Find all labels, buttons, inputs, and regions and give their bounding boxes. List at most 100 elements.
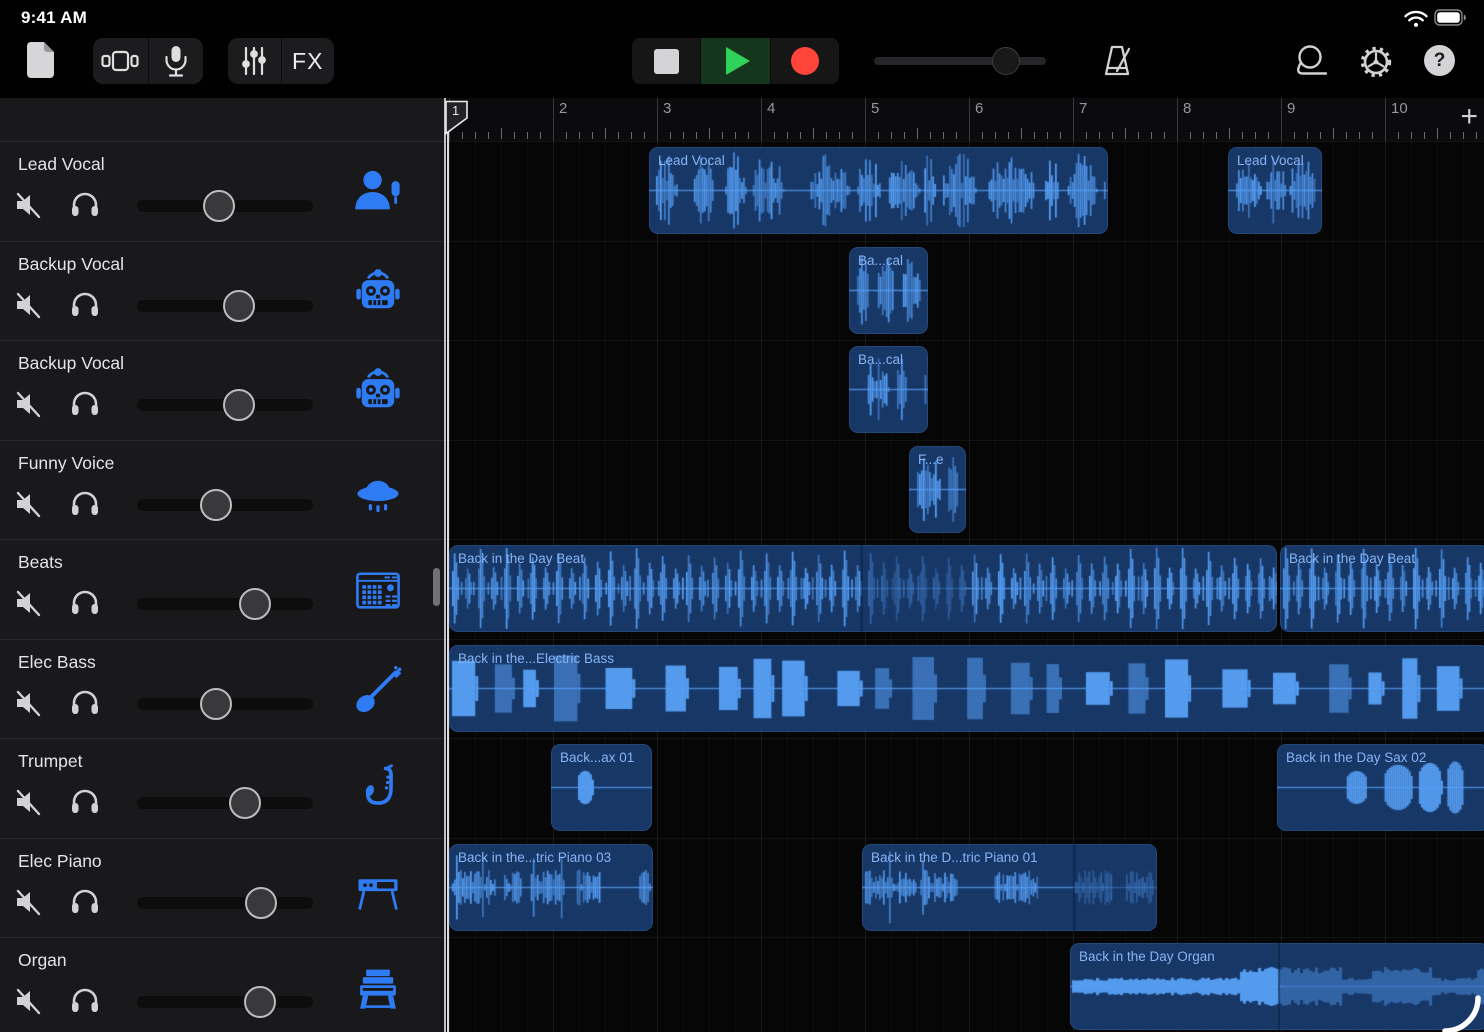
saxophone-icon[interactable] <box>352 763 404 815</box>
track-row[interactable]: Organ <box>0 937 444 1032</box>
robot-icon[interactable] <box>352 365 404 417</box>
volume-slider-thumb[interactable] <box>239 588 271 620</box>
help-button[interactable]: ? <box>1424 45 1455 76</box>
ruler-tick <box>787 132 788 139</box>
ufo-icon[interactable] <box>352 465 404 517</box>
audio-region[interactable]: Ba...cal <box>849 346 928 433</box>
audio-region[interactable]: Back in the Day Sax 02 <box>1277 744 1484 831</box>
organ-icon[interactable] <box>352 962 404 1014</box>
volume-slider-thumb[interactable] <box>223 389 255 421</box>
record-button[interactable] <box>770 38 839 84</box>
audio-region[interactable]: F...e <box>909 446 966 533</box>
stop-button[interactable] <box>632 38 700 84</box>
track-row[interactable]: Funny Voice <box>0 440 444 540</box>
track-row[interactable]: Elec Piano <box>0 838 444 938</box>
monitor-button[interactable] <box>69 688 101 716</box>
volume-slider-thumb[interactable] <box>229 787 261 819</box>
volume-slider-thumb[interactable] <box>223 290 255 322</box>
audio-region[interactable]: Lead Vocal <box>1228 147 1322 234</box>
play-icon <box>726 47 750 75</box>
audio-region[interactable]: Back in the Day Beat <box>1280 545 1484 632</box>
mute-button[interactable] <box>13 290 45 320</box>
muted-speaker-icon <box>13 787 45 817</box>
audio-region[interactable]: Lead Vocal <box>649 147 1108 234</box>
ruler-tick <box>1242 132 1243 139</box>
loop-browser-button[interactable] <box>1292 43 1330 79</box>
track-row[interactable]: Beats <box>0 539 444 639</box>
volume-slider-thumb[interactable] <box>245 887 277 919</box>
fx-button[interactable]: FX <box>281 38 335 84</box>
timeline-ruler[interactable]: + 12345678910 <box>445 98 1484 141</box>
audio-region[interactable]: Back in the Day Organ <box>1070 943 1484 1030</box>
vocalist-icon[interactable] <box>352 166 404 218</box>
ruler-tick <box>1216 132 1217 139</box>
volume-slider[interactable] <box>137 996 313 1008</box>
volume-slider-thumb[interactable] <box>203 190 235 222</box>
playhead-line[interactable] <box>447 131 449 1032</box>
audio-region[interactable]: Back...ax 01 <box>551 744 652 831</box>
add-bars-button[interactable]: + <box>1460 100 1478 134</box>
ruler-tick <box>540 132 541 139</box>
fx-segmented-control: FX <box>228 38 334 84</box>
track-row[interactable]: Lead Vocal <box>0 141 444 241</box>
mute-button[interactable] <box>13 389 45 419</box>
panel-resize-handle[interactable] <box>433 568 440 606</box>
monitor-button[interactable] <box>69 389 101 417</box>
audio-region[interactable]: Back in the Day Beat <box>449 545 1277 632</box>
volume-slider[interactable] <box>137 598 313 610</box>
audio-region[interactable]: Back in the D...tric Piano 01 <box>862 844 1157 931</box>
mute-button[interactable] <box>13 588 45 618</box>
mixer-button[interactable] <box>228 38 281 84</box>
monitor-button[interactable] <box>69 588 101 616</box>
timeline-area[interactable]: Lead Vocal Lead Vocal Ba...cal Ba...cal … <box>445 141 1484 1032</box>
settings-button[interactable] <box>1356 42 1396 82</box>
play-button[interactable] <box>700 38 769 84</box>
ruler-tick <box>1463 132 1464 139</box>
volume-slider[interactable] <box>137 897 313 909</box>
electric-piano-icon[interactable] <box>352 863 404 915</box>
track-row[interactable]: Elec Bass <box>0 639 444 739</box>
monitor-button[interactable] <box>69 887 101 915</box>
drum-machine-icon[interactable] <box>352 564 404 616</box>
record-view-button[interactable] <box>148 38 204 84</box>
monitor-button[interactable] <box>69 290 101 318</box>
tracks-view-button[interactable] <box>93 38 148 84</box>
ruler-tick <box>1008 132 1009 139</box>
playhead-marker[interactable]: 1 <box>444 100 470 136</box>
volume-slider-thumb[interactable] <box>200 688 232 720</box>
ruler-tick <box>1450 132 1451 139</box>
bass-guitar-icon[interactable] <box>352 664 404 716</box>
audio-region[interactable]: Ba...cal <box>849 247 928 334</box>
mute-button[interactable] <box>13 986 45 1016</box>
mute-button[interactable] <box>13 190 45 220</box>
track-row[interactable]: Trumpet <box>0 738 444 838</box>
song-browser-button[interactable] <box>26 40 57 80</box>
audio-region[interactable]: Back in the...tric Piano 03 <box>449 844 653 931</box>
ruler-tick <box>930 132 931 139</box>
volume-slider-thumb[interactable] <box>200 489 232 521</box>
monitor-button[interactable] <box>69 986 101 1014</box>
ruler-tick <box>774 132 775 139</box>
mute-button[interactable] <box>13 787 45 817</box>
robot-icon[interactable] <box>352 266 404 318</box>
mute-button[interactable] <box>13 887 45 917</box>
mute-button[interactable] <box>13 688 45 718</box>
track-row[interactable]: Backup Vocal <box>0 340 444 440</box>
ruler-bar-number: 10 <box>1391 100 1408 117</box>
metronome-button[interactable] <box>1098 42 1136 80</box>
headphones-icon <box>69 787 101 815</box>
master-volume-thumb[interactable] <box>992 47 1020 75</box>
volume-slider-thumb[interactable] <box>244 986 276 1018</box>
track-row[interactable]: Backup Vocal <box>0 241 444 341</box>
region-label: Back in the...Electric Bass <box>458 651 614 666</box>
volume-slider[interactable] <box>137 797 313 809</box>
ruler-tick <box>488 132 489 139</box>
monitor-button[interactable] <box>69 190 101 218</box>
master-volume-slider[interactable] <box>874 57 1046 65</box>
mute-button[interactable] <box>13 489 45 519</box>
audio-region[interactable]: Back in the...Electric Bass <box>449 645 1484 732</box>
ruler-bar-number: 8 <box>1183 100 1191 117</box>
battery-full-icon <box>1434 9 1467 26</box>
monitor-button[interactable] <box>69 489 101 517</box>
monitor-button[interactable] <box>69 787 101 815</box>
